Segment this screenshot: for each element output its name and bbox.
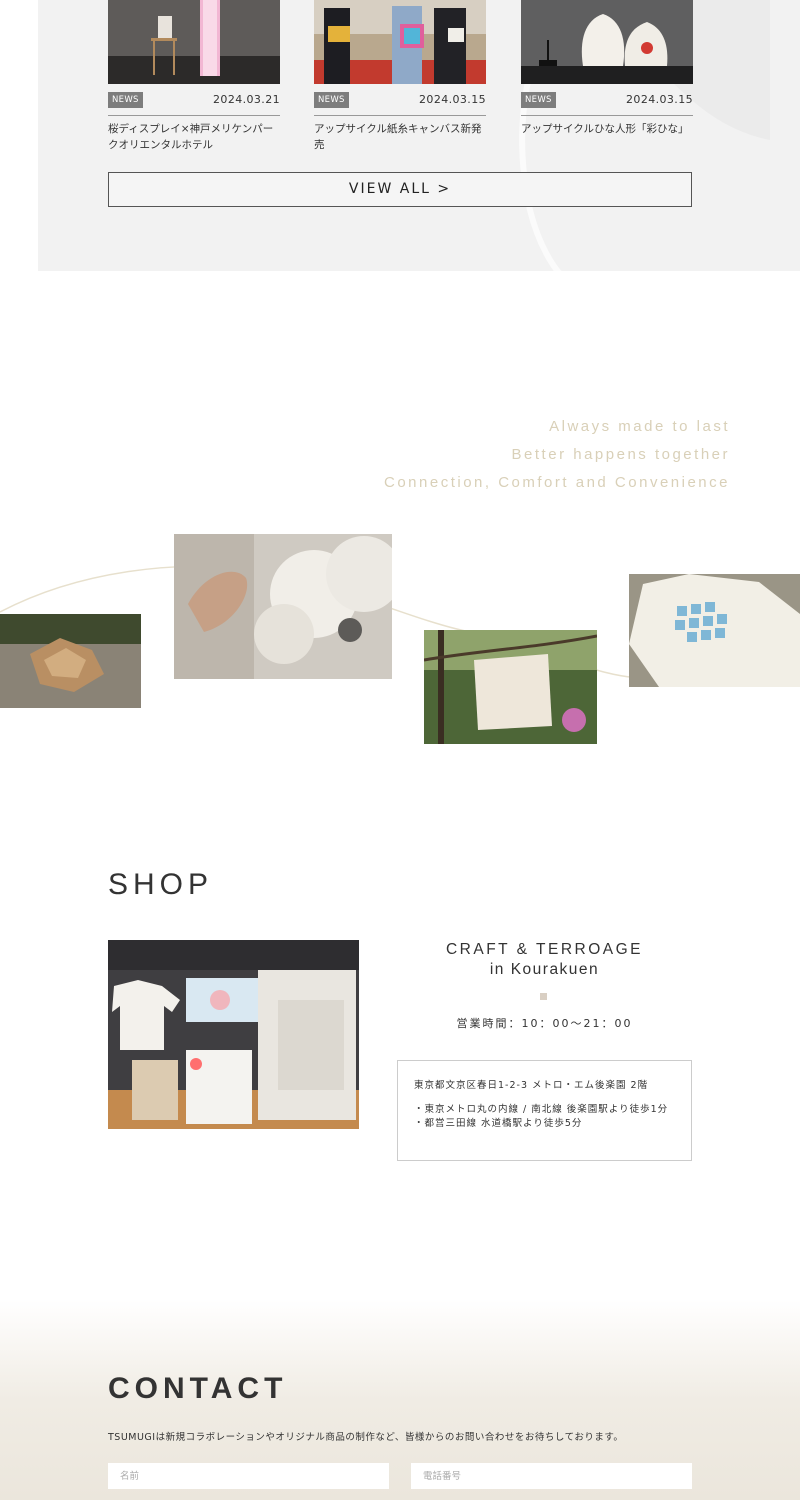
- news-thumbnail[interactable]: [314, 0, 486, 84]
- shop-access-box: 東京都文京区春日1-2-3 メトロ・エム後楽園 2階 ・東京メトロ丸の内線 / …: [397, 1060, 692, 1161]
- tagline-line: Connection, Comfort and Convenience: [384, 474, 730, 491]
- news-tag-badge: NEWS: [108, 92, 143, 108]
- tshirt-stamps-photo: [629, 574, 800, 687]
- news-title-link[interactable]: アップサイクルひな人形「彩ひな」: [521, 121, 693, 137]
- shop-name-line1: CRAFT & TERROAGE: [445, 941, 644, 958]
- spinning-thread-photo: [174, 534, 392, 679]
- news-date: 2024.03.15: [626, 93, 693, 106]
- photo-gallery: [0, 520, 800, 760]
- shop-name-line2: in Kourakuen: [489, 961, 600, 978]
- news-meta: NEWS 2024.03.15: [314, 92, 486, 116]
- shop-heading: SHOP: [108, 868, 214, 901]
- news-tag-badge: NEWS: [314, 92, 349, 108]
- shop-interior-photo: [108, 940, 359, 1129]
- phone-input[interactable]: [411, 1463, 692, 1489]
- tagline-line: Always made to last: [549, 418, 730, 435]
- contact-intro: TSUMUGIは新規コラボレーションやオリジナル商品の制作など、皆様からのお問い…: [108, 1432, 624, 1443]
- news-title-link[interactable]: 桜ディスプレイ×神戸メリケンパークオリエンタルホテル: [108, 121, 280, 153]
- news-date: 2024.03.21: [213, 93, 280, 106]
- news-thumbnail[interactable]: [108, 0, 280, 84]
- shop-address: 東京都文京区春日1-2-3 メトロ・エム後楽園 2階: [414, 1080, 649, 1091]
- contact-heading: CONTACT: [108, 1372, 288, 1405]
- tagline-line: Better happens together: [511, 446, 730, 463]
- crumpled-paper-photo: [0, 614, 141, 708]
- name-input[interactable]: [108, 1463, 389, 1489]
- shop-name: CRAFT & TERROAGE in Kourakuen: [397, 940, 692, 980]
- tagline: Always made to last Better happens toget…: [384, 413, 730, 497]
- shop-access-item: ・都営三田線 水道橋駅より徒歩5分: [414, 1118, 583, 1129]
- news-tag-badge: NEWS: [521, 92, 556, 108]
- news-date: 2024.03.15: [419, 93, 486, 106]
- cloth-in-forest-photo: [424, 630, 597, 744]
- news-section: NEWS 2024.03.21 桜ディスプレイ×神戸メリケンパークオリエンタルホ…: [38, 0, 800, 271]
- divider-square-icon: [540, 993, 547, 1000]
- shop-access-item: ・東京メトロ丸の内線 / 南北線 後楽園駅より徒歩1分: [414, 1104, 669, 1115]
- shop-hours: 営業時間：10：00〜21：00: [456, 1017, 633, 1030]
- news-thumbnail[interactable]: [521, 0, 693, 84]
- news-meta: NEWS 2024.03.15: [521, 92, 693, 116]
- news-meta: NEWS 2024.03.21: [108, 92, 280, 116]
- shop-access-list: ・東京メトロ丸の内線 / 南北線 後楽園駅より徒歩1分 ・都営三田線 水道橋駅よ…: [414, 1103, 675, 1131]
- news-title-link[interactable]: アップサイクル紙糸キャンバス新発売: [314, 121, 486, 153]
- view-all-button[interactable]: VIEW ALL >: [108, 172, 692, 207]
